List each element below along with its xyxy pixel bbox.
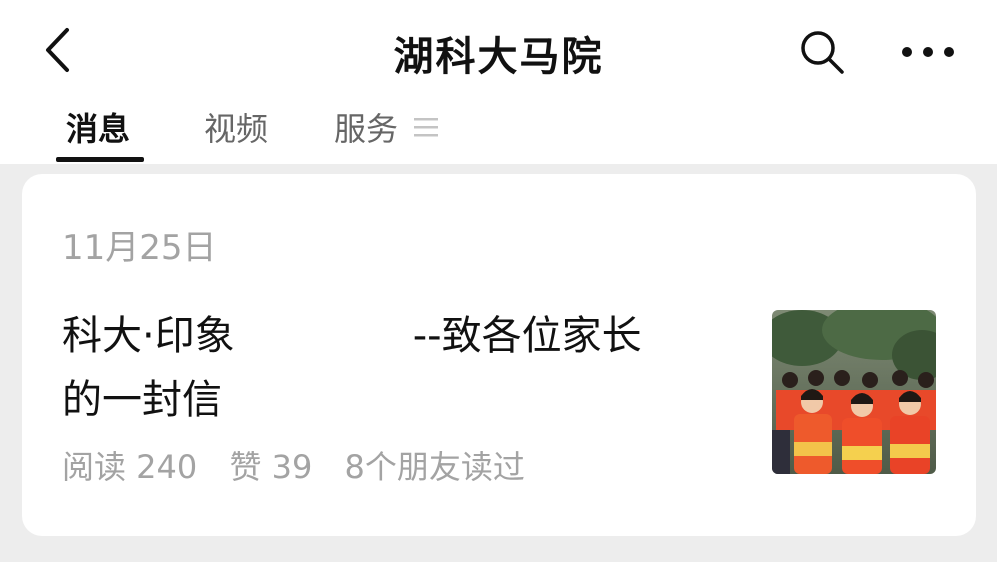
- article-thumbnail[interactable]: [772, 310, 936, 474]
- search-icon: [801, 31, 844, 74]
- students-photo-image: [772, 310, 936, 474]
- article-date: 11月25日: [62, 228, 217, 268]
- tab-services[interactable]: 服务: [334, 104, 398, 164]
- more-dots-icon: [902, 47, 954, 57]
- article-title[interactable]: 科大·印象 --致各位家长 的一封信: [62, 304, 742, 432]
- read-count: 阅读 240: [62, 448, 198, 486]
- friends-read: 8个朋友读过: [344, 448, 525, 486]
- tab-messages[interactable]: 消息: [66, 104, 130, 164]
- search-button[interactable]: [796, 26, 848, 78]
- bottom-background: [0, 544, 997, 562]
- more-button[interactable]: [892, 26, 964, 78]
- article-card[interactable]: 11月25日 科大·印象 --致各位家长 的一封信 阅读 240 赞 39 8个…: [22, 174, 976, 536]
- menu-icon[interactable]: [414, 116, 438, 138]
- active-tab-indicator: [56, 157, 144, 162]
- article-meta: 阅读 240 赞 39 8个朋友读过: [62, 442, 547, 488]
- like-count: 赞 39: [229, 448, 313, 486]
- tab-bar: 消息 视频 服务: [0, 104, 997, 164]
- top-bar: 湖科大马院 消息 视频 服务: [0, 0, 997, 164]
- tab-videos[interactable]: 视频: [204, 104, 268, 164]
